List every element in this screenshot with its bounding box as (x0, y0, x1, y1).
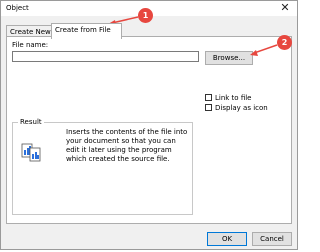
tab-create-from-file[interactable]: Create from File (51, 23, 122, 39)
callout-2-arrowhead (250, 50, 258, 56)
callout-arrows (108, 16, 278, 56)
callout-2-badge: 2 (277, 35, 292, 50)
callout-2-arrow (253, 44, 278, 54)
callout-1-badge: 1 (138, 8, 153, 23)
